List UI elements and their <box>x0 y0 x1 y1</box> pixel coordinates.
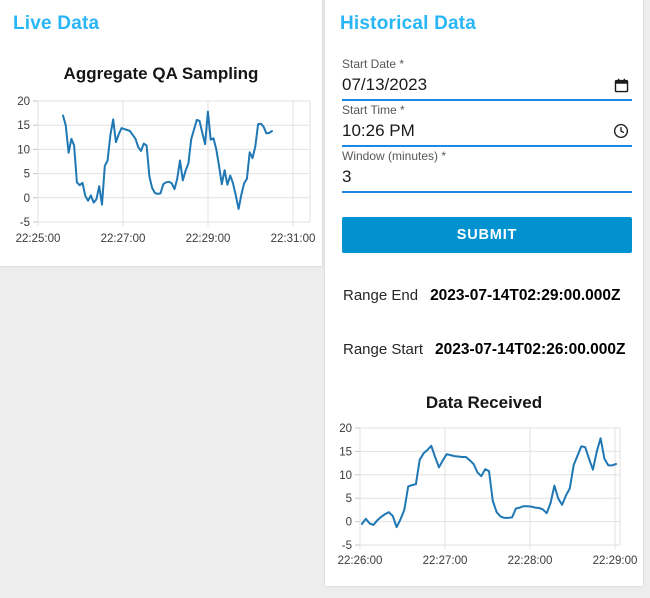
svg-text:15: 15 <box>339 446 352 458</box>
range-end-row: Range End 2023-07-14T02:29:00.000Z <box>343 287 621 305</box>
range-start-value: 2023-07-14T02:26:00.000Z <box>435 341 626 358</box>
svg-text:5: 5 <box>24 169 30 181</box>
svg-text:20: 20 <box>17 96 30 108</box>
svg-text:5: 5 <box>346 493 352 505</box>
svg-text:0: 0 <box>24 193 30 205</box>
svg-text:15: 15 <box>17 120 30 132</box>
svg-text:-5: -5 <box>20 217 30 229</box>
start-date-field[interactable]: Start Date * 07/13/2023 <box>342 56 632 101</box>
svg-text:0: 0 <box>346 517 352 529</box>
live-data-panel: Live Data Aggregate QA Sampling 20 15 10 5 0… <box>0 0 322 266</box>
window-minutes-label: Window (minutes) * <box>342 149 447 163</box>
svg-text:22:27:00: 22:27:00 <box>101 233 146 245</box>
window-minutes-field[interactable]: Window (minutes) * 3 <box>342 148 632 193</box>
submit-button[interactable]: SUBMIT <box>342 217 632 253</box>
range-start-label: Range Start <box>343 341 424 358</box>
svg-text:22:28:00: 22:28:00 <box>508 555 553 567</box>
historical-data-panel: Historical Data Start Date * 07/13/2023 … <box>325 0 643 586</box>
live-data-heading: Live Data <box>13 13 100 34</box>
historical-chart-title: Data Received <box>425 393 543 412</box>
svg-text:22:31:00: 22:31:00 <box>271 233 315 245</box>
historical-data-heading: Historical Data <box>340 13 477 34</box>
clock-icon[interactable] <box>612 122 630 140</box>
svg-text:10: 10 <box>17 144 30 156</box>
historical-chart: 20 15 10 5 0 -5 22:26:00 22:27:00 22:28:00 22:29:… <box>338 423 638 567</box>
range-end-value: 2023-07-14T02:29:00.000Z <box>430 287 621 304</box>
window-minutes-input[interactable]: 3 <box>342 164 632 189</box>
start-date-input[interactable]: 07/13/2023 <box>342 72 632 97</box>
svg-text:-5: -5 <box>342 540 352 552</box>
svg-text:20: 20 <box>339 423 352 435</box>
svg-text:22:29:00: 22:29:00 <box>593 555 638 567</box>
svg-text:22:29:00: 22:29:00 <box>186 233 231 245</box>
start-time-label: Start Time * <box>342 103 405 117</box>
range-start-row: Range Start 2023-07-14T02:26:00.000Z <box>343 341 625 359</box>
svg-text:22:25:00: 22:25:00 <box>16 233 61 245</box>
range-end-label: Range End <box>343 287 419 304</box>
svg-text:22:26:00: 22:26:00 <box>338 555 383 567</box>
start-date-label: Start Date * <box>342 57 405 71</box>
live-chart-title: Aggregate QA Sampling <box>63 64 259 83</box>
start-time-field[interactable]: Start Time * 10:26 PM <box>342 102 632 147</box>
svg-text:22:27:00: 22:27:00 <box>423 555 468 567</box>
live-chart: 20 15 10 5 0 -5 22:25:00 22:27:00 22:29:00 22:31:… <box>16 96 315 245</box>
calendar-icon[interactable] <box>613 77 630 94</box>
start-time-input[interactable]: 10:26 PM <box>342 118 632 143</box>
svg-text:10: 10 <box>339 470 352 482</box>
